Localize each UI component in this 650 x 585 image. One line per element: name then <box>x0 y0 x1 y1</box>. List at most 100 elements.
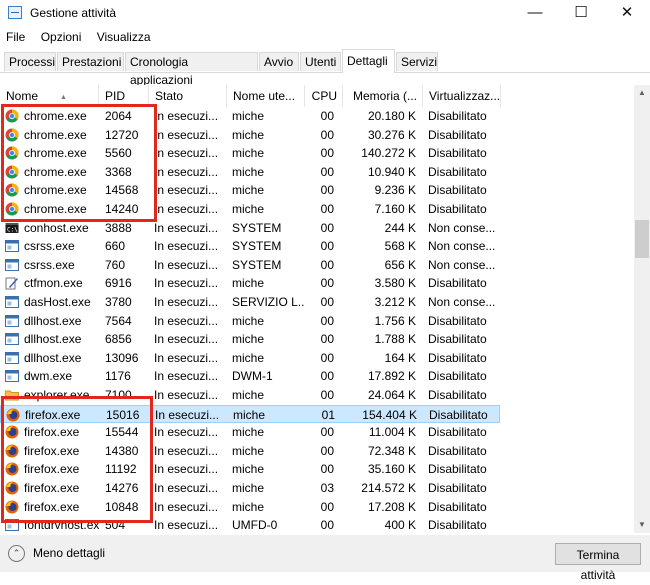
cell-pid: 660 <box>105 239 126 254</box>
cell-cpu: 00 <box>320 109 334 123</box>
menu-options[interactable]: Opzioni <box>35 27 88 47</box>
cell-virtualization: Disabilitato <box>428 164 487 179</box>
window-icon <box>5 351 19 364</box>
cell-user: UMFD-0 <box>232 518 278 533</box>
cell-status: In esecuzi... <box>154 109 219 123</box>
cell-cpu: 00 <box>320 443 334 458</box>
cell-user: miche <box>232 313 265 328</box>
column-header-memory[interactable]: Memoria (... <box>343 85 423 107</box>
cell-user: SYSTEM <box>232 220 282 235</box>
scroll-up-icon[interactable]: ▲ <box>634 85 650 101</box>
cell-cpu: 00 <box>320 425 334 440</box>
tab-users[interactable]: Utenti <box>300 52 341 71</box>
tab-startup[interactable]: Avvio <box>259 52 299 71</box>
table-row[interactable]: ctfmon.exe 6916 In esecuzi... miche 00 3.580 … <box>0 274 500 293</box>
cell-status: In esecuzi... <box>154 202 219 216</box>
cell-user: miche <box>233 407 266 422</box>
cell-memory: 9.236 K <box>374 183 416 198</box>
scroll-down-icon[interactable]: ▼ <box>634 517 650 533</box>
table-row[interactable]: csrss.exe 760 In esecuzi... SYSTEM 00 656 K No… <box>0 256 500 275</box>
cell-status: In esecuzi... <box>154 239 219 254</box>
minimize-icon[interactable]: — <box>512 0 558 27</box>
cell-virtualization: Disabilitato <box>428 313 487 328</box>
cell-cpu: 00 <box>320 257 334 272</box>
window-icon <box>5 296 19 308</box>
cell-name: csrss.exe <box>24 239 75 254</box>
menu-bar: File Opzioni Visualizza <box>0 27 650 47</box>
cell-pid: 13096 <box>105 350 139 365</box>
cell-status: In esecuzi... <box>154 295 219 309</box>
tab-performance[interactable]: Prestazioni <box>57 52 124 71</box>
close-icon[interactable]: ✕ <box>604 0 650 27</box>
cell-cpu: 00 <box>320 202 334 216</box>
cell-cpu: 00 <box>320 276 334 291</box>
cell-cpu: 00 <box>320 295 334 309</box>
cell-user: miche <box>232 350 265 365</box>
column-header-cpu[interactable]: CPU <box>305 85 343 107</box>
cell-user: miche <box>232 332 265 347</box>
cell-virtualization: Non conse... <box>428 239 496 254</box>
cell-status: In esecuzi... <box>154 443 219 458</box>
end-task-button[interactable]: Termina attività <box>555 543 641 582</box>
cell-status: In esecuzi... <box>154 350 219 365</box>
cell-user: miche <box>232 462 265 477</box>
cell-virtualization: Disabilitato <box>428 462 487 477</box>
vertical-scrollbar[interactable]: ▲ ▼ <box>634 85 650 533</box>
cell-status: In esecuzi... <box>154 332 219 347</box>
cell-virtualization: Disabilitato <box>428 443 487 458</box>
column-header-user[interactable]: Nome ute... <box>227 85 305 107</box>
column-header-status[interactable]: Stato <box>149 85 227 107</box>
cell-status: In esecuzi... <box>154 369 219 384</box>
cell-name: dllhost.exe <box>24 332 82 347</box>
cell-virtualization: Disabilitato <box>428 127 487 142</box>
less-details-link[interactable]: Meno dettagli <box>33 546 105 560</box>
scrollbar-thumb[interactable] <box>635 220 649 258</box>
pen-icon <box>5 277 18 290</box>
cell-status: In esecuzi... <box>154 481 219 495</box>
cell-status: In esecuzi... <box>154 313 219 328</box>
cell-memory: 30.276 K <box>367 127 416 142</box>
cell-memory: 568 K <box>384 239 416 254</box>
cell-user: miche <box>232 388 265 402</box>
cell-memory: 10.940 K <box>367 164 416 179</box>
cell-user: miche <box>232 146 265 161</box>
menu-file[interactable]: File <box>0 27 31 47</box>
cell-cpu: 00 <box>320 146 334 161</box>
table-row[interactable]: dllhost.exe 6856 In esecuzi... miche 00 1.788… <box>0 330 500 349</box>
task-manager-icon <box>8 6 22 19</box>
tab-details[interactable]: Dettagli <box>342 49 395 73</box>
cell-pid: 6916 <box>105 276 132 291</box>
table-row[interactable]: dllhost.exe 13096 In esecuzi... miche 00 164 … <box>0 349 500 368</box>
chrome-highlight-box <box>1 104 157 222</box>
tab-services[interactable]: Servizi <box>396 52 438 71</box>
cell-name: ctfmon.exe <box>24 276 83 291</box>
cell-status: In esecuzi... <box>154 276 219 291</box>
cell-cpu: 00 <box>320 183 334 198</box>
table-row[interactable]: csrss.exe 660 In esecuzi... SYSTEM 00 568 K No… <box>0 237 500 256</box>
table-row[interactable]: dwm.exe 1176 In esecuzi... DWM-1 00 17.892 K D… <box>0 367 500 386</box>
window-icon <box>5 333 19 346</box>
column-header-virtualization[interactable]: Virtualizzaz... <box>423 85 501 107</box>
cell-memory: 72.348 K <box>367 443 416 458</box>
table-row[interactable]: dllhost.exe 7564 In esecuzi... miche 00 1.756… <box>0 312 500 331</box>
cell-virtualization: Disabilitato <box>428 369 487 384</box>
cell-user: miche <box>232 443 265 458</box>
cell-virtualization: Disabilitato <box>429 407 488 422</box>
cell-memory: 164 K <box>384 350 416 365</box>
cell-name: dllhost.exe <box>24 313 82 328</box>
chevron-up-icon[interactable]: ⌃ <box>8 545 25 562</box>
cell-cpu: 01 <box>321 407 335 422</box>
cell-user: miche <box>232 276 265 291</box>
cell-name: csrss.exe <box>24 257 75 272</box>
maximize-icon[interactable]: ☐ <box>558 0 604 27</box>
tab-processes[interactable]: Processi <box>4 52 56 71</box>
tab-app-history[interactable]: Cronologia applicazioni <box>125 52 258 87</box>
cell-virtualization: Non conse... <box>428 257 496 272</box>
cell-memory: 214.572 K <box>361 481 416 495</box>
cell-pid: 1176 <box>105 369 131 384</box>
menu-view[interactable]: Visualizza <box>91 27 157 47</box>
cell-user: SYSTEM <box>232 257 282 272</box>
cell-cpu: 00 <box>320 388 334 402</box>
table-row[interactable]: dasHost.exe 3780 In esecuzi... SERVIZIO L..… <box>0 293 500 312</box>
cell-memory: 20.180 K <box>367 109 416 123</box>
